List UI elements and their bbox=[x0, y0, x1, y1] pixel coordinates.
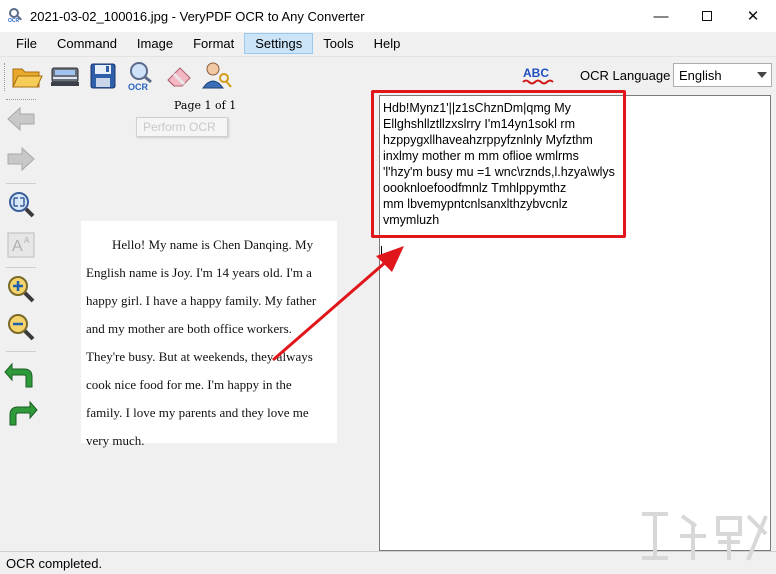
rotate-right-icon[interactable] bbox=[4, 397, 38, 429]
rotate-left-icon[interactable] bbox=[4, 359, 38, 391]
open-folder-icon[interactable] bbox=[10, 60, 44, 92]
title-bar: OCR 2021-03-02_100016.jpg - VeryPDF OCR … bbox=[0, 0, 776, 32]
window-title: 2021-03-02_100016.jpg - VeryPDF OCR to A… bbox=[30, 8, 365, 24]
document-text-line: family. I love my parents and they love … bbox=[86, 405, 309, 420]
svg-text:OCR: OCR bbox=[128, 82, 149, 92]
document-text-line: English name is Joy. I'm 14 years old. I… bbox=[86, 265, 312, 280]
ocr-icon[interactable]: OCR bbox=[124, 60, 158, 92]
side-toolbar-separator bbox=[6, 351, 36, 352]
chevron-down-icon bbox=[757, 72, 767, 78]
menu-command[interactable]: Command bbox=[47, 33, 127, 54]
ocr-language-label: OCR Language bbox=[580, 68, 671, 83]
svg-text:ABC: ABC bbox=[523, 66, 549, 80]
page-indicator: Page 1 of 1 bbox=[174, 99, 237, 112]
eraser-icon[interactable] bbox=[162, 60, 196, 92]
menu-settings[interactable]: Settings bbox=[244, 33, 314, 54]
document-text-line: very much. bbox=[86, 433, 145, 448]
menu-format[interactable]: Format bbox=[183, 33, 244, 54]
annotation-highlight-box bbox=[371, 90, 626, 238]
fit-page-icon[interactable] bbox=[4, 189, 38, 221]
document-text-line: happy girl. I have a happy family. My fa… bbox=[86, 293, 317, 308]
save-icon[interactable] bbox=[86, 60, 120, 92]
menu-image[interactable]: Image bbox=[127, 33, 183, 54]
minimize-button[interactable]: — bbox=[638, 0, 684, 32]
maximize-icon bbox=[702, 11, 712, 21]
forward-arrow-icon[interactable] bbox=[4, 143, 38, 175]
side-toolbar-grip[interactable] bbox=[6, 99, 36, 101]
close-button[interactable]: ✕ bbox=[730, 0, 776, 32]
spellcheck-icon[interactable]: ABC bbox=[520, 60, 558, 92]
perform-ocr-tooltip: Perform OCR bbox=[136, 117, 228, 137]
ocr-language-select[interactable]: English bbox=[673, 63, 772, 87]
svg-text:A: A bbox=[24, 236, 30, 245]
app-logo-icon: OCR bbox=[8, 8, 24, 24]
side-toolbar-separator bbox=[6, 183, 36, 184]
side-toolbar-separator bbox=[6, 267, 36, 268]
scanned-document-image: Hello! My name is Chen Danqing. My Engli… bbox=[81, 221, 337, 448]
svg-text:A: A bbox=[12, 238, 23, 255]
side-toolbar: A A bbox=[0, 95, 44, 549]
menu-tools[interactable]: Tools bbox=[313, 33, 363, 54]
document-text-line: Hello! My name is Chen Danqing. My bbox=[112, 237, 314, 252]
image-pane[interactable]: Page 1 of 1 Perform OCR Hello! My name i… bbox=[44, 95, 374, 549]
document-text-line: and my mother are both office workers. bbox=[86, 321, 292, 336]
zoom-out-icon[interactable] bbox=[4, 311, 38, 343]
toolbar-grip[interactable] bbox=[4, 63, 6, 91]
scanner-icon[interactable] bbox=[48, 60, 82, 92]
status-message: OCR completed. bbox=[6, 555, 103, 571]
font-size-icon[interactable]: A A bbox=[4, 229, 38, 261]
maximize-button[interactable] bbox=[684, 0, 730, 32]
menu-bar: File Command Image Format Settings Tools… bbox=[0, 32, 776, 55]
zoom-in-icon[interactable] bbox=[4, 273, 38, 305]
document-text-line: They're busy. But at weekends, they alwa… bbox=[86, 349, 313, 364]
user-key-icon[interactable] bbox=[200, 60, 234, 92]
watermark-logo-icon bbox=[642, 512, 768, 561]
back-arrow-icon[interactable] bbox=[4, 103, 38, 135]
text-cursor bbox=[381, 246, 382, 260]
ocr-language-value: English bbox=[679, 67, 722, 83]
menu-help[interactable]: Help bbox=[364, 33, 411, 54]
document-text-line: cook nice food for me. I'm happy in the bbox=[86, 377, 292, 392]
menu-file[interactable]: File bbox=[6, 33, 47, 54]
